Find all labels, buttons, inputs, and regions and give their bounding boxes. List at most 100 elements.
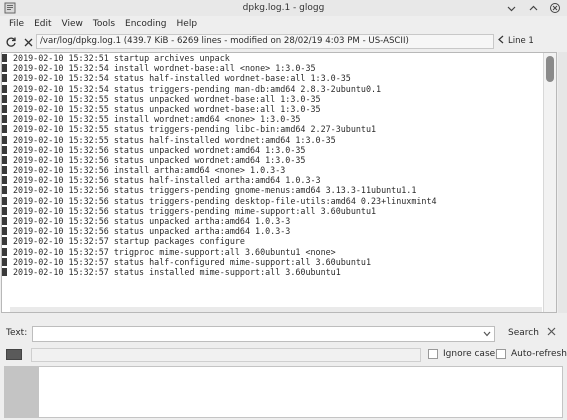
log-line-text: 2019-02-10 15:32:55 status half-installe… <box>13 134 336 145</box>
stop-icon[interactable] <box>21 35 35 49</box>
log-lines: 2019-02-10 15:32:51 startup archives unp… <box>2 53 542 277</box>
line-marker <box>2 206 7 215</box>
log-line: 2019-02-10 15:32:56 status unpacked word… <box>2 145 542 155</box>
close-search-icon[interactable] <box>547 327 556 339</box>
ignore-case-label: Ignore case <box>443 349 496 359</box>
line-marker <box>2 196 7 205</box>
menu-tools[interactable]: Tools <box>88 19 120 29</box>
log-line: 2019-02-10 15:32:55 status triggers-pend… <box>2 124 542 135</box>
log-line: 2019-02-10 15:32:56 status triggers-pend… <box>2 195 542 206</box>
line-marker <box>2 267 7 276</box>
log-line-text: 2019-02-10 15:32:56 status unpacked arth… <box>13 216 291 226</box>
line-marker <box>2 155 7 164</box>
filtered-results-view[interactable] <box>4 366 563 418</box>
log-line-text: 2019-02-10 15:32:55 status unpacked word… <box>13 93 321 104</box>
chevron-down-icon[interactable] <box>483 330 491 339</box>
search-options: Ignore case Auto-refresh <box>0 347 567 363</box>
checkbox-icon[interactable] <box>428 349 438 359</box>
log-line: 2019-02-10 15:32:55 status unpacked word… <box>2 93 542 104</box>
log-line: 2019-02-10 15:32:57 startup packages con… <box>2 236 542 247</box>
line-marker <box>2 227 7 236</box>
line-marker <box>2 125 7 134</box>
menu-bar: File Edit View Tools Encoding Help <box>0 16 567 32</box>
log-line: 2019-02-10 15:32:54 status half-installe… <box>2 73 542 83</box>
log-line: 2019-02-10 15:32:57 status half-configur… <box>2 256 542 267</box>
line-marker <box>2 115 7 124</box>
scrollbar-thumb[interactable] <box>546 56 554 82</box>
menu-help[interactable]: Help <box>172 19 203 29</box>
line-marker <box>2 94 7 103</box>
close-window-icon[interactable] <box>549 2 561 14</box>
log-line-text: 2019-02-10 15:32:56 status triggers-pend… <box>13 195 437 206</box>
reload-icon[interactable] <box>4 35 18 49</box>
search-button[interactable]: Search <box>508 328 539 338</box>
line-marker <box>2 135 7 144</box>
log-line: 2019-02-10 15:32:57 trigproc mime-suppor… <box>2 246 542 257</box>
filtered-view-gutter <box>5 367 39 417</box>
search-input[interactable] <box>32 326 495 342</box>
search-bar: Text: Search <box>0 325 567 343</box>
line-marker <box>2 74 7 83</box>
log-line-text: 2019-02-10 15:32:56 status half-installe… <box>13 175 321 186</box>
log-view[interactable]: 2019-02-10 15:32:51 startup archives unp… <box>1 52 557 313</box>
auto-refresh-label: Auto-refresh <box>511 349 567 359</box>
chevron-left-icon <box>497 35 505 47</box>
line-marker <box>2 247 7 256</box>
search-progress-field <box>31 348 421 362</box>
log-line: 2019-02-10 15:32:55 status half-installe… <box>2 134 542 145</box>
log-line: 2019-02-10 15:32:56 status unpacked arth… <box>2 226 542 237</box>
minimize-icon[interactable] <box>505 2 517 14</box>
line-indicator: Line 1 <box>497 35 534 47</box>
menu-encoding[interactable]: Encoding <box>120 19 171 29</box>
log-line-text: 2019-02-10 15:32:54 install wordnet-base… <box>13 63 316 74</box>
toolbar: /var/log/dpkg.log.1 (439.7 KiB - 6269 li… <box>0 33 567 51</box>
line-marker <box>2 257 7 266</box>
log-line-text: 2019-02-10 15:32:56 status unpacked arth… <box>13 226 291 237</box>
vertical-scrollbar[interactable] <box>543 53 556 312</box>
log-line: 2019-02-10 15:32:56 status triggers-pend… <box>2 185 542 196</box>
log-line: 2019-02-10 15:32:56 status half-installe… <box>2 175 542 186</box>
menu-edit[interactable]: Edit <box>29 19 56 29</box>
log-line-text: 2019-02-10 15:32:56 status triggers-pend… <box>13 205 377 216</box>
menu-view[interactable]: View <box>57 19 88 29</box>
line-marker <box>2 104 7 113</box>
line-marker <box>2 217 7 225</box>
log-line: 2019-02-10 15:32:51 startup archives unp… <box>2 53 542 63</box>
log-line-text: 2019-02-10 15:32:56 install artha:amd64 … <box>13 165 286 176</box>
line-marker <box>2 64 7 73</box>
filter-mode-icon[interactable] <box>6 349 22 360</box>
ignore-case-checkbox[interactable]: Ignore case <box>428 349 495 359</box>
line-marker <box>2 54 7 62</box>
line-marker <box>2 145 7 154</box>
log-line-text: 2019-02-10 15:32:51 startup archives unp… <box>13 53 230 63</box>
line-marker <box>2 176 7 185</box>
line-marker <box>2 186 7 195</box>
menu-file[interactable]: File <box>4 19 29 29</box>
overview-strip[interactable] <box>558 52 567 313</box>
maximize-icon[interactable] <box>527 2 539 14</box>
file-info-field: /var/log/dpkg.log.1 (439.7 KiB - 6269 li… <box>36 34 494 49</box>
log-line: 2019-02-10 15:32:56 status unpacked word… <box>2 155 542 165</box>
log-line-text: 2019-02-10 15:32:55 install wordnet:amd6… <box>13 114 301 125</box>
auto-refresh-checkbox[interactable]: Auto-refresh <box>496 349 567 359</box>
log-line-text: 2019-02-10 15:32:57 trigproc mime-suppor… <box>13 246 336 257</box>
line-marker <box>2 84 7 93</box>
window-title: dpkg.log.1 - glogg <box>242 3 325 13</box>
log-line-text: 2019-02-10 15:32:56 status triggers-pend… <box>13 185 417 196</box>
log-line: 2019-02-10 15:32:57 status installed mim… <box>2 266 542 277</box>
line-number-label: Line 1 <box>508 36 534 46</box>
log-line-text: 2019-02-10 15:32:55 status unpacked word… <box>13 103 321 114</box>
horizontal-scrollbar[interactable] <box>10 307 542 312</box>
log-line: 2019-02-10 15:32:54 status triggers-pend… <box>2 83 542 94</box>
search-text-label: Text: <box>6 328 28 338</box>
log-line-text: 2019-02-10 15:32:57 status installed mim… <box>13 266 341 277</box>
log-line-text: 2019-02-10 15:32:55 status triggers-pend… <box>13 124 377 135</box>
checkbox-icon[interactable] <box>496 349 506 359</box>
glogg-app-icon <box>4 2 16 14</box>
log-line: 2019-02-10 15:32:56 status unpacked arth… <box>2 216 542 226</box>
log-line-text: 2019-02-10 15:32:57 status half-configur… <box>13 256 371 267</box>
log-line-text: 2019-02-10 15:32:54 status triggers-pend… <box>13 83 382 94</box>
log-line: 2019-02-10 15:32:56 install artha:amd64 … <box>2 165 542 176</box>
log-line-text: 2019-02-10 15:32:57 startup packages con… <box>13 236 245 247</box>
log-line: 2019-02-10 15:32:55 install wordnet:amd6… <box>2 114 542 125</box>
